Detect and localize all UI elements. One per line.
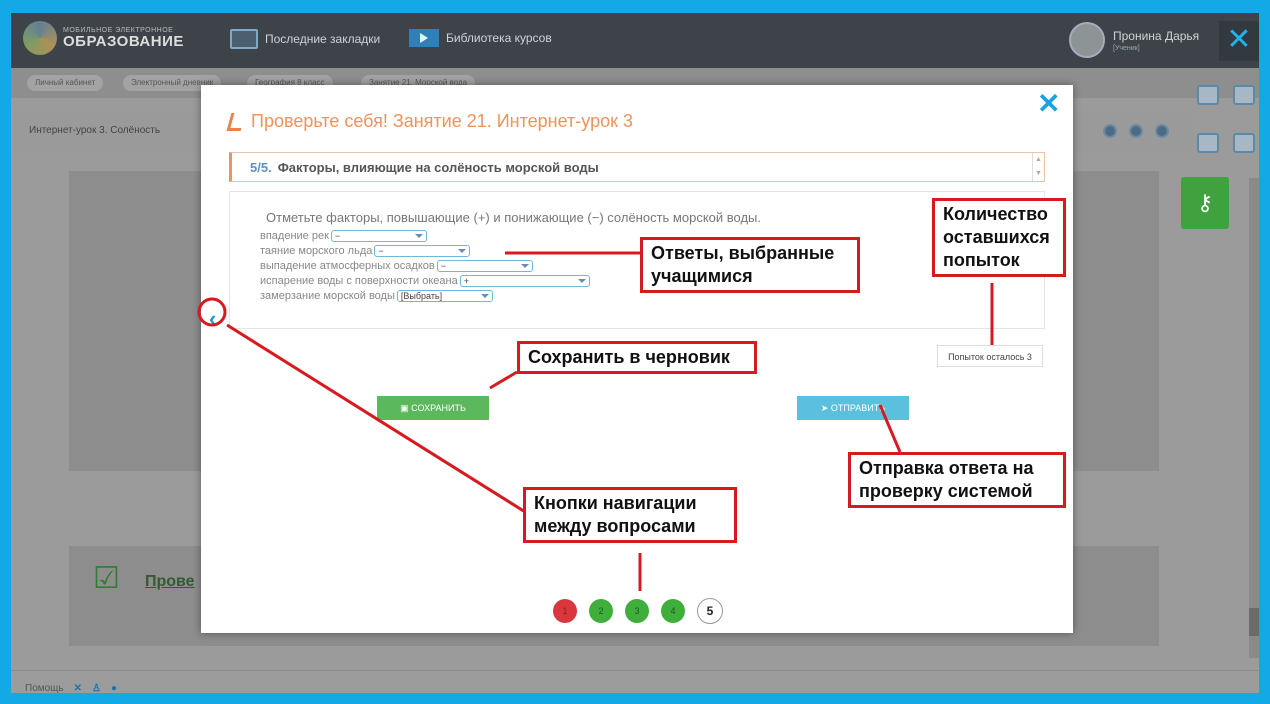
question-title: Факторы, влияющие на солёность морской в…: [277, 159, 599, 175]
user-name: Пронина Дарья: [1113, 28, 1200, 43]
user-profile[interactable]: Пронина Дарья [Ученик]: [1069, 22, 1199, 58]
nav-bookmarks-label: Последние закладки: [265, 32, 381, 46]
question-header: 5/5. Факторы, влияющие на солёность морс…: [229, 152, 1045, 182]
page-dot-4[interactable]: 4: [661, 599, 685, 623]
modal-title: Проверьте себя! Занятие 21. Интернет-уро…: [251, 111, 633, 131]
chevron-left-icon[interactable]: ‹: [209, 306, 216, 332]
floppy-icon: ▣: [400, 403, 409, 413]
attempts-counter: Попыток осталось 3: [937, 345, 1043, 367]
answer-value: −: [440, 260, 446, 271]
answer-value: −: [334, 230, 341, 241]
info-icon[interactable]: ●: [111, 683, 117, 694]
answer-select[interactable]: +: [459, 274, 590, 287]
nav-bookmarks[interactable]: Последние закладки: [230, 29, 380, 49]
chat-icon[interactable]: [1233, 133, 1255, 153]
annotation-save: Сохранить в черновик: [517, 341, 757, 374]
user-role: [Ученик]: [1113, 44, 1140, 52]
lesson-title: Интернет-урок 3. Солёность: [29, 125, 161, 136]
notes-icon[interactable]: [1197, 85, 1219, 105]
logo-icon: [23, 21, 57, 55]
lesson-dot[interactable]: [1103, 124, 1117, 138]
calculator-icon[interactable]: [1197, 133, 1219, 153]
annotation-nav: Кнопки навигации между вопросами: [523, 487, 737, 543]
page-dot-3[interactable]: 3: [625, 599, 649, 623]
breadcrumb-item[interactable]: Личный кабинет: [27, 75, 104, 91]
page-dot-1[interactable]: 1: [553, 599, 577, 623]
answer-select[interactable]: −: [330, 229, 427, 242]
answer-row: впадение рек −: [260, 228, 1014, 243]
answer-value: [Выбрать]: [400, 290, 443, 301]
answer-row: выпадение атмосферных осадков −: [260, 258, 1014, 273]
lesson-dot[interactable]: [1155, 124, 1169, 138]
save-label: СОХРАНИТЬ: [411, 403, 466, 413]
chevron-down-icon: [414, 233, 423, 238]
answer-row: таяние морского льда −: [260, 243, 1014, 258]
chevron-down-icon: [480, 293, 489, 298]
avatar: [1069, 22, 1105, 58]
send-label: ОТПРАВИТЬ: [830, 403, 886, 413]
close-icon[interactable]: ✕: [1037, 87, 1060, 120]
check-link[interactable]: Прове: [145, 573, 195, 591]
scrollbar[interactable]: [1249, 178, 1259, 658]
answer-label: впадение рек: [260, 229, 329, 242]
help-label: Помощь: [25, 682, 64, 694]
annotation-send: Отправка ответа на проверку системой: [848, 452, 1066, 508]
answer-value: +: [463, 275, 469, 286]
page-dot-5[interactable]: 5: [697, 598, 723, 624]
question-pagination: 1 2 3 4 5: [553, 598, 735, 624]
top-bar: МОБИЛЬНОЕ ЭЛЕКТРОННОЕ ОБРАЗОВАНИЕ Послед…: [11, 13, 1259, 68]
tools-icon[interactable]: ✕: [74, 683, 82, 694]
logo[interactable]: МОБИЛЬНОЕ ЭЛЕКТРОННОЕ ОБРАЗОВАНИЕ: [23, 21, 184, 55]
answer-label: выпадение атмосферных осадков: [260, 259, 435, 272]
annotation-answers: Ответы, выбранные учащимися: [640, 237, 860, 293]
send-icon: ➤: [820, 403, 829, 413]
video-library-icon: [409, 29, 439, 47]
close-app-button[interactable]: ✕: [1219, 21, 1259, 61]
answer-row: испарение воды с поверхности океана +: [260, 273, 1014, 288]
page-dot-2[interactable]: 2: [589, 599, 613, 623]
scrollbar-thumb[interactable]: [1249, 608, 1259, 636]
answer-label: таяние морского льда: [260, 244, 373, 257]
lesson-dot[interactable]: [1129, 124, 1143, 138]
chevron-down-icon: [520, 263, 529, 268]
flask-icon[interactable]: ♙: [92, 683, 101, 694]
answer-select[interactable]: [Выбрать]: [396, 289, 493, 302]
chevron-down-icon: [458, 248, 467, 253]
checkmark-icon: ☑: [93, 562, 120, 595]
answer-row: замерзание морской воды [Выбрать]: [260, 288, 1014, 303]
nav-course-library[interactable]: Библиотека курсов: [409, 29, 552, 47]
board-icon[interactable]: [1233, 85, 1255, 105]
save-button[interactable]: ▣ СОХРАНИТЬ: [377, 396, 489, 420]
annotation-attempts: Количество оставшихся попыток: [932, 198, 1066, 277]
question-instruction: Отметьте факторы, повышающие (+) и пониж…: [266, 210, 762, 225]
question-body: Отметьте факторы, повышающие (+) и пониж…: [229, 191, 1045, 329]
footer: Помощь ✕ ♙ ●: [11, 670, 1259, 694]
answer-label: испарение воды с поверхности океана: [260, 274, 458, 287]
chevron-down-icon: [577, 278, 586, 283]
answer-label: замерзание морской воды: [260, 289, 395, 302]
answer-select[interactable]: −: [374, 244, 471, 257]
pencil-icon: [226, 112, 246, 131]
bookmarks-icon: [230, 29, 258, 49]
logo-title: ОБРАЗОВАНИЕ: [63, 33, 184, 50]
answer-value: −: [378, 245, 384, 256]
answer-select[interactable]: −: [436, 259, 533, 272]
question-scroll[interactable]: ▲ ▼: [1032, 153, 1044, 181]
key-icon[interactable]: ⚷: [1181, 177, 1229, 229]
nav-library-label: Библиотека курсов: [446, 31, 552, 45]
question-number: 5/5.: [250, 159, 272, 175]
send-button[interactable]: ➤ ОТПРАВИТЬ: [797, 396, 909, 420]
